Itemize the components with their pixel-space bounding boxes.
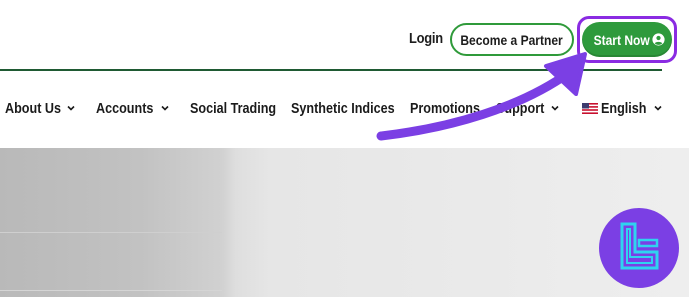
chevron-down-icon [67, 105, 75, 111]
nav-label: Support [496, 99, 545, 117]
nav-label: Synthetic Indices [291, 99, 395, 117]
header-divider [0, 69, 662, 71]
nav-label: Promotions [410, 99, 481, 117]
nav-item-social-trading[interactable]: Social Trading [190, 96, 293, 120]
nav-label: Social Trading [190, 99, 277, 117]
nav-item-synthetic-indices[interactable]: Synthetic Indices [291, 96, 414, 120]
become-partner-label: Become a Partner [460, 31, 564, 48]
tc-logo-icon [620, 222, 659, 270]
hero-image [0, 148, 689, 297]
nav-label: About Us [5, 99, 62, 117]
chevron-down-icon [654, 105, 662, 111]
nav-item-about-us[interactable]: About Us [5, 96, 76, 120]
chevron-down-icon [550, 105, 559, 111]
language-label: English [601, 99, 647, 117]
start-now-label: Start Now [593, 31, 650, 48]
hero-edge [0, 232, 222, 233]
login-link[interactable]: Login [409, 30, 443, 47]
become-partner-button[interactable]: Become a Partner [450, 23, 574, 56]
nav-item-accounts[interactable]: Accounts [96, 96, 170, 120]
us-flag-icon [582, 102, 598, 114]
start-now-button[interactable]: Start Now [582, 22, 672, 57]
hero-edge [0, 290, 222, 291]
top-bar: Login Become a Partner Start Now [0, 0, 689, 71]
nav-item-support[interactable]: Support [496, 96, 560, 120]
nav-item-promotions[interactable]: Promotions [410, 96, 493, 120]
chevron-down-icon [161, 105, 169, 111]
nav-label: Accounts [96, 99, 154, 117]
tc-logo-badge [599, 208, 679, 288]
nav-item-language[interactable]: English [582, 96, 663, 120]
user-circle-icon [652, 33, 665, 46]
